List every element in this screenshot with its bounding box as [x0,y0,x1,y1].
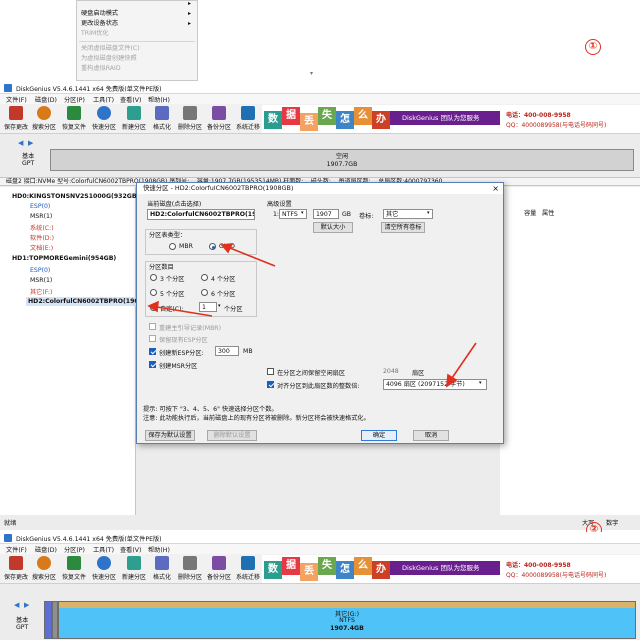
disk-gpt-label: GPT [16,624,29,631]
format-icon [155,556,169,570]
banner-tile: 怎 [336,561,354,579]
quick-partition-label: 快速分区 [91,574,116,581]
recover-icon [67,556,81,570]
menu-partition[interactable]: 分区(P) [64,545,85,554]
save-icon [9,556,23,570]
menu-disk[interactable]: 磁盘(D) [35,545,57,554]
save-button[interactable]: 保存更改 [2,556,30,581]
banner-tile: 据 [282,557,300,575]
new-partition-icon [127,556,141,570]
annotation-arrowhead [220,243,234,254]
delete-partition-button[interactable]: 删除分区 [176,556,204,581]
format-button[interactable]: 格式化 [148,556,176,581]
save-label: 保存更改 [3,574,28,581]
search-partition-button[interactable]: 搜索分区 [30,556,58,581]
esp-partition-segment[interactable] [44,601,52,639]
disk-map: ◀ ▶ 基本 GPT 其它(G:) NTFS 1907.4GB [0,585,640,640]
backup-icon [212,556,226,570]
new-partition-button[interactable]: 新建分区 [120,556,148,581]
recover-files-label: 恢复文件 [61,574,86,581]
annotation-arrow-custom [156,306,213,317]
magnifier-icon [37,556,51,570]
diskgenius-window-after: DiskGenius V5.4.6.1441 x64 免费版(单文件PE版) 文… [0,532,640,640]
menu-view[interactable]: 查看(V) [120,545,141,554]
banner-tile: 办 [372,561,390,579]
recover-files-button[interactable]: 恢复文件 [60,556,88,581]
ad-banner[interactable]: 数 据 丢 失 怎 么 办 DiskGenius 团队为您服务 电话：400-0… [262,555,640,583]
backup-partition-button[interactable]: 备份分区 [205,556,233,581]
trash-icon [183,556,197,570]
menu-help[interactable]: 帮助(H) [148,545,170,554]
banner-ribbon: DiskGenius 团队为您服务 [390,561,500,575]
banner-tile: 数 [264,561,282,579]
annotation-arrowhead [147,300,159,313]
quick-partition-icon [97,556,111,570]
partition-usage-strip [59,602,635,608]
title-bar: DiskGenius V5.4.6.1441 x64 免费版(单文件PE版) [0,532,640,544]
annotation-arrow-align [451,342,477,379]
prev-disk-icon[interactable]: ◀ [14,601,19,609]
banner-tile: 丢 [300,563,318,581]
quick-partition-button[interactable]: 快速分区 [90,556,118,581]
new-partition-label: 新建分区 [121,574,146,581]
annotation-arrow-guid [229,247,276,267]
disk-basic-label: 基本 [16,617,29,624]
menu-tools[interactable]: 工具(T) [93,545,114,554]
banner-tile: 失 [318,557,336,575]
banner-phone: 电话：400-008-9958 [506,562,571,569]
system-migration-label: 系统迁移 [235,574,260,581]
window-title: DiskGenius V5.4.6.1441 x64 免费版(单文件PE版) [16,536,162,543]
search-partition-label: 搜索分区 [31,574,56,581]
menu-file[interactable]: 文件(F) [6,545,27,554]
banner-qq: QQ：4000089958(与电话号码同号) [506,572,607,579]
partition-size: 1907.4GB [330,625,364,632]
banner-tile: 么 [354,557,372,575]
toolbar: 保存更改 搜索分区 恢复文件 快速分区 新建分区 格式化 删除分区 备份分区 系… [0,554,640,584]
migrate-icon [241,556,255,570]
menu-bar: 文件(F) 磁盘(D) 分区(P) 工具(T) 查看(V) 帮助(H) [0,544,640,554]
app-icon [4,534,12,542]
annotation-arrowhead [446,373,458,388]
delete-partition-label: 删除分区 [177,574,202,581]
backup-partition-label: 备份分区 [206,574,231,581]
format-label: 格式化 [152,574,171,581]
ntfs-partition-segment[interactable]: 其它(G:) NTFS 1907.4GB [58,601,636,639]
partition-fs: NTFS [339,617,355,624]
next-disk-icon[interactable]: ▶ [24,601,29,609]
system-migration-button[interactable]: 系统迁移 [234,556,262,581]
